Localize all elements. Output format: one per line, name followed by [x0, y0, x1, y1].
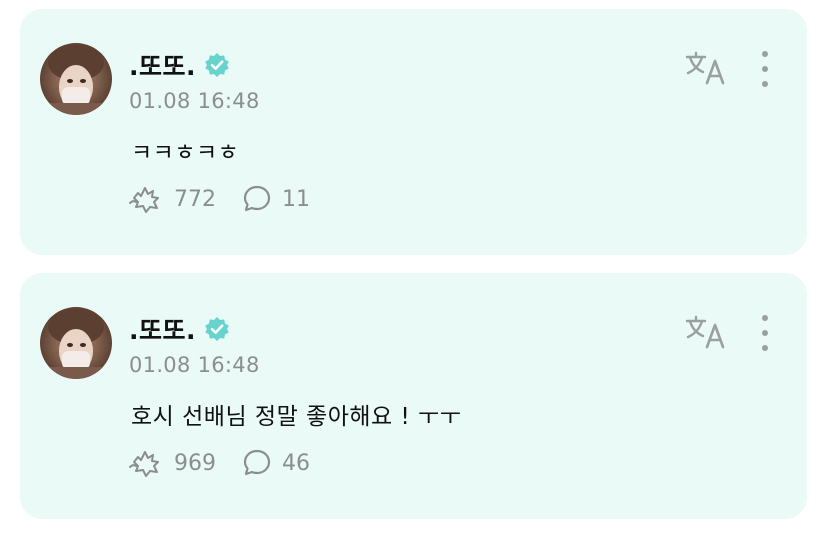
username[interactable]: .또또.: [129, 47, 196, 83]
post-actions: 969 46: [128, 448, 336, 478]
translate-button[interactable]: [685, 51, 727, 85]
post-text: 호시 선배님 정말 좋아해요 ! ㅜㅜ: [131, 404, 462, 430]
comment-button[interactable]: 46: [242, 448, 310, 478]
avatar[interactable]: [40, 43, 112, 115]
avatar[interactable]: [40, 307, 112, 379]
comment-count: 46: [282, 450, 310, 476]
post-feed: .또또. 01.08 16:48 ㅋㅋㅎㅋㅎ 772 11 .또또. 01.08…: [0, 0, 828, 537]
post-card[interactable]: .또또. 01.08 16:48 호시 선배님 정말 좋아해요 ! ㅜㅜ 969: [20, 273, 807, 519]
post-card[interactable]: .또또. 01.08 16:48 ㅋㅋㅎㅋㅎ 772 11: [20, 9, 807, 255]
username-row: .또또.: [129, 311, 230, 347]
username-row: .또또.: [129, 47, 230, 83]
translate-icon: [685, 315, 725, 349]
like-button[interactable]: 969: [128, 448, 216, 478]
translate-icon: [685, 51, 725, 85]
verified-badge-icon: [204, 316, 230, 342]
like-count: 772: [174, 186, 216, 212]
username[interactable]: .또또.: [129, 311, 196, 347]
post-timestamp: 01.08 16:48: [129, 89, 260, 113]
comment-bubble-icon: [243, 185, 271, 212]
comment-bubble-icon: [243, 449, 271, 476]
comment-button[interactable]: 11: [242, 184, 310, 214]
comment-count: 11: [282, 186, 310, 212]
post-timestamp: 01.08 16:48: [129, 353, 260, 377]
more-vertical-icon[interactable]: [758, 315, 772, 351]
translate-button[interactable]: [685, 315, 727, 349]
verified-badge-icon: [204, 52, 230, 78]
post-actions: 772 11: [128, 184, 336, 214]
more-vertical-icon[interactable]: [758, 51, 772, 87]
like-sticker-icon: [129, 451, 159, 477]
post-text: ㅋㅋㅎㅋㅎ: [131, 140, 240, 166]
like-count: 969: [174, 450, 216, 476]
like-button[interactable]: 772: [128, 184, 216, 214]
like-sticker-icon: [129, 187, 159, 213]
